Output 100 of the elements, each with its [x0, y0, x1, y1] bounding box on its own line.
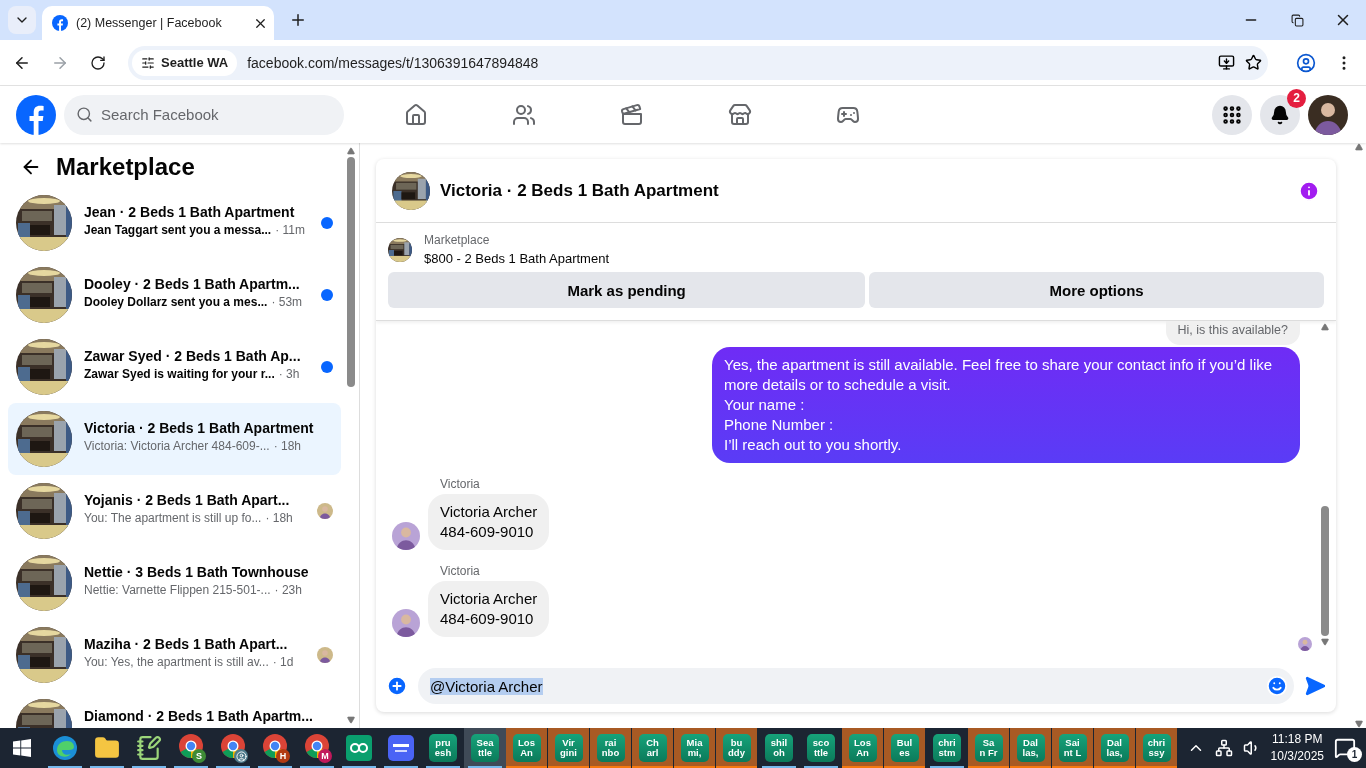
action-button[interactable]: Mark as pending — [388, 272, 866, 308]
taskbar-button[interactable]: Mia mi, — [674, 728, 716, 768]
conversation-item[interactable]: Dooley · 2 Beds 1 Bath Apartm... Dooley Dollarz sent you a mes... · 53m — [8, 259, 341, 331]
taskbar-button[interactable]: Los An — [506, 728, 548, 768]
address-bar[interactable]: Seattle WA facebook.com/messages/t/1306391647894848 — [128, 45, 1268, 80]
conversation-title: Jean · 2 Beds 1 Bath Apartment — [84, 204, 296, 220]
taskbar-button[interactable]: S — [170, 728, 212, 768]
conversation-item[interactable]: Yojanis · 2 Beds 1 Bath Apart... You: The apartment is still up fo... · 18h — [8, 475, 341, 547]
bell-icon[interactable] — [1270, 104, 1290, 125]
profile-badge: H — [276, 749, 290, 763]
clock[interactable]: 11:18 PM 10/3/2025 — [1270, 731, 1324, 765]
taskbar-button[interactable]: Dal las, — [1010, 728, 1052, 768]
message-preview: Dooley Dollarz sent you a mes... — [84, 295, 268, 309]
taskbar-button[interactable]: rai nbo — [590, 728, 632, 768]
scroll-up-icon[interactable] — [1355, 143, 1363, 151]
conversation-item[interactable]: Zawar Syed · 2 Beds 1 Bath Ap... Zawar Syed is waiting for your r... · 3h — [8, 331, 341, 403]
browser-tab[interactable]: (2) Messenger | Facebook — [42, 6, 274, 40]
taskbar-button[interactable]: Vir gini — [548, 728, 590, 768]
outgoing-message: Yes, the apartment is still available. Feel free to share your contact info if you’d like more details or to schedule a visit. Your name : Phone Number : I’ll reach out to you shortly. — [712, 347, 1300, 463]
search-field[interactable]: Search Facebook — [64, 94, 344, 135]
conversation-item[interactable]: Jean · 2 Beds 1 Bath Apartment Jean Taggart sent you a messa... · 11m — [8, 187, 341, 259]
app-tile: pru esh — [429, 734, 457, 762]
listing-title: $800 - 2 Beds 1 Bath Apartment — [424, 251, 609, 266]
message-time: · 3h — [278, 367, 300, 381]
conversation-title: Victoria · 2 Beds 1 Bath Apartment — [84, 420, 315, 436]
taskbar-button[interactable]: Bul es — [884, 728, 926, 768]
tab-title: (2) Messenger | Facebook — [76, 16, 223, 30]
profile-badge: M — [318, 749, 332, 763]
taskbar-button[interactable]: pru esh — [422, 728, 464, 768]
taskbar-button[interactable]: H — [254, 728, 296, 768]
conversation-item[interactable]: Maziha · 2 Beds 1 Bath Apart... You: Yes, the apartment is still av... · 1d — [8, 619, 341, 691]
avatar — [392, 522, 420, 550]
taskbar-button[interactable]: M — [296, 728, 338, 768]
taskbar-button[interactable]: Sa n Fr — [968, 728, 1010, 768]
message-field[interactable]: @Victoria Archer — [418, 668, 1294, 704]
action-button[interactable]: More options — [869, 272, 1324, 308]
taskbar-button[interactable]: chri stm — [926, 728, 968, 768]
replied-message: Hi, is this available? — [1165, 321, 1300, 345]
incoming-message: Victoria Archer 484-609-9010 — [428, 494, 550, 550]
taskbar-button[interactable]: bu ddy — [716, 728, 758, 768]
taskbar-button[interactable]: sco ttle — [800, 728, 842, 768]
bookmark-star-icon[interactable] — [1245, 54, 1262, 71]
home-icon[interactable] — [404, 102, 428, 127]
reload-icon[interactable] — [90, 54, 106, 71]
install-icon[interactable] — [1218, 54, 1235, 71]
scroll-down-icon[interactable] — [347, 716, 355, 724]
message-time: · 23h — [274, 583, 302, 597]
message-time: · 11m — [275, 223, 305, 237]
conversation-item[interactable]: Victoria · 2 Beds 1 Bath Apartment Victoria: Victoria Archer 484-609-... · 18h — [8, 403, 341, 475]
windows-icon[interactable] — [13, 739, 31, 757]
friends-icon[interactable] — [512, 102, 536, 127]
notifications-button[interactable] — [1260, 94, 1300, 135]
profile-badge: S — [192, 749, 206, 763]
taskbar-button[interactable]: chri ssy — [1136, 728, 1178, 768]
scrollbar-thumb[interactable] — [347, 157, 355, 387]
search-icon — [76, 105, 93, 123]
profile-icon[interactable] — [1296, 52, 1316, 73]
scroll-down-icon[interactable] — [1321, 638, 1329, 646]
app-tile: Dal las, — [1100, 734, 1129, 762]
app-tile: bu ddy — [722, 734, 751, 762]
taskbar-button[interactable]: Ch arl — [632, 728, 674, 768]
send-icon[interactable] — [1304, 675, 1326, 697]
conversation-title: Maziha · 2 Beds 1 Bath Apart... — [84, 636, 289, 652]
edge-icon — [52, 735, 78, 761]
new-tab-icon[interactable] — [289, 11, 307, 29]
grid-icon[interactable] — [1221, 103, 1243, 126]
scroll-up-icon[interactable] — [1321, 323, 1329, 331]
taskbar-button[interactable]: Sea ttle — [464, 728, 506, 768]
conversation-item[interactable]: Nettie · 3 Beds 1 Bath Townhouse Nettie: Varnette Flippen 215-501-... · 23h — [8, 547, 341, 619]
app-tile: Dal las, — [1016, 734, 1045, 762]
message-preview: You: Yes, the apartment is still av... — [84, 655, 269, 669]
add-icon[interactable] — [386, 675, 408, 697]
message-time: · 18h — [265, 511, 293, 525]
facebook-logo[interactable] — [16, 94, 56, 135]
conversation-title: Diamond · 2 Beds 1 Bath Apartm... — [84, 708, 314, 724]
menu-grid-button[interactable] — [1212, 94, 1252, 135]
scrollbar-thumb[interactable] — [1321, 506, 1329, 636]
sliders-icon[interactable] — [141, 55, 155, 70]
info-icon[interactable] — [1298, 179, 1320, 202]
facebook-icon[interactable] — [52, 15, 68, 31]
taskbar-button[interactable]: Dal las, — [1094, 728, 1136, 768]
taskbar-button[interactable]: Sai nt L — [1052, 728, 1094, 768]
scroll-down-icon[interactable] — [1355, 720, 1363, 728]
restore-icon[interactable] — [1290, 13, 1304, 27]
app-tile: Los An — [512, 734, 541, 762]
emoji-icon[interactable] — [1266, 675, 1288, 697]
scroll-up-icon[interactable] — [347, 147, 355, 155]
message-preview: Nettie: Varnette Flippen 215-501-... — [84, 583, 271, 597]
taskbar-button[interactable]: Los An — [842, 728, 884, 768]
video-icon[interactable] — [620, 102, 644, 127]
unread-dot — [321, 217, 333, 229]
notification-center-icon[interactable] — [1334, 737, 1356, 759]
seen-avatar — [1298, 637, 1312, 651]
incoming-message: Victoria Archer 484-609-9010 — [428, 581, 550, 637]
network-icon[interactable] — [1214, 739, 1233, 757]
unread-dot — [321, 361, 333, 373]
conversation-title: Nettie · 3 Beds 1 Bath Townhouse — [84, 564, 310, 580]
site-info-chip[interactable]: Seattle WA — [132, 49, 238, 76]
store-icon[interactable] — [728, 102, 752, 127]
taskbar-button[interactable]: shil oh — [758, 728, 800, 768]
